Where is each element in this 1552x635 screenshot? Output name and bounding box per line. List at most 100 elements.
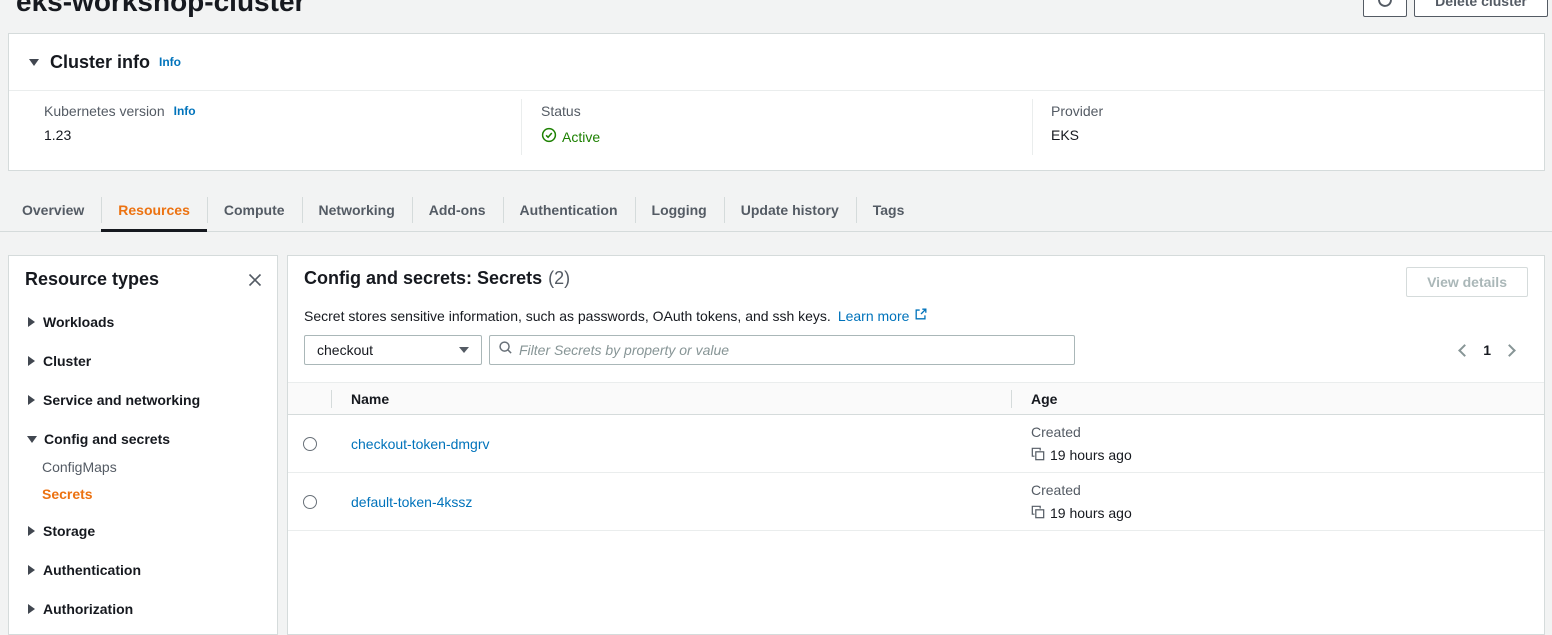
close-icon[interactable] <box>247 272 263 288</box>
sidebar-subitem-label: Secrets <box>42 486 93 502</box>
tab-compute[interactable]: Compute <box>207 188 302 231</box>
table-row: checkout-token-dmgrv Created 19 hours ag… <box>288 415 1544 473</box>
tab-overview[interactable]: Overview <box>5 188 101 231</box>
sidebar-item-label: Workloads <box>43 314 114 330</box>
provider-value: EKS <box>1051 127 1103 143</box>
column-divider <box>1011 390 1012 408</box>
cluster-info-info-link[interactable]: Info <box>159 55 181 69</box>
chevron-down-icon <box>459 347 469 353</box>
age-cell: Created 19 hours ago <box>1011 482 1544 522</box>
column-divider <box>521 99 522 155</box>
provider-label: Provider <box>1051 103 1103 119</box>
sidebar-item-authorization[interactable]: Authorization <box>28 602 277 616</box>
expand-caret-icon <box>28 317 35 327</box>
resource-types-list: Workloads Cluster Service and networking… <box>9 290 277 616</box>
column-divider <box>1032 99 1033 155</box>
sidebar-item-label: Storage <box>43 523 95 539</box>
expand-caret-icon <box>28 356 35 366</box>
cluster-info-body: Kubernetes version Info 1.23 Status Acti… <box>9 91 1544 171</box>
collapse-caret-icon <box>29 59 39 66</box>
delete-cluster-button[interactable]: Delete cluster <box>1414 0 1548 17</box>
secrets-table: Name Age checkout-token-dmgrv Created <box>288 382 1544 531</box>
search-box <box>489 335 1075 365</box>
copy-icon[interactable] <box>1031 447 1050 464</box>
secret-name-link[interactable]: checkout-token-dmgrv <box>351 436 490 452</box>
kubernetes-version-info-link[interactable]: Info <box>174 104 196 118</box>
sidebar-item-workloads[interactable]: Workloads <box>28 315 277 329</box>
expand-caret-icon <box>28 604 35 614</box>
eks-cluster-page: eks-workshop-cluster Delete cluster Clus… <box>0 0 1552 621</box>
sidebar-item-authentication[interactable]: Authentication <box>28 563 277 577</box>
expand-caret-icon <box>28 526 35 536</box>
sidebar-item-label: Authentication <box>43 562 141 578</box>
tab-add-ons[interactable]: Add-ons <box>412 188 503 231</box>
secrets-panel: Config and secrets: Secrets (2) View deta… <box>287 255 1545 635</box>
page-number[interactable]: 1 <box>1483 342 1491 358</box>
status-label: Status <box>541 103 581 119</box>
name-column-header: Name <box>331 391 1011 407</box>
external-link-icon <box>909 307 928 324</box>
view-details-button[interactable]: View details <box>1406 267 1528 297</box>
sidebar-item-config-and-secrets[interactable]: Config and secrets <box>28 432 277 446</box>
copy-icon[interactable] <box>1031 505 1050 522</box>
learn-more-link[interactable]: Learn more <box>838 307 929 324</box>
tab-update-history[interactable]: Update history <box>724 188 856 231</box>
age-created-label: Created <box>1031 424 1544 440</box>
cluster-info-header[interactable]: Cluster info Info <box>9 34 1544 91</box>
search-input[interactable] <box>519 342 1066 358</box>
table-row: default-token-4kssz Created 19 hours ago <box>288 473 1544 531</box>
age-header-label: Age <box>1031 391 1057 407</box>
panel-count: (2) <box>548 268 570 288</box>
column-divider <box>331 390 332 408</box>
expand-caret-icon <box>28 395 35 405</box>
status-value: Active <box>562 129 600 145</box>
sidebar-item-configmaps[interactable]: ConfigMaps <box>28 460 277 474</box>
tab-authentication[interactable]: Authentication <box>503 188 635 231</box>
sidebar-item-service-and-networking[interactable]: Service and networking <box>28 393 277 407</box>
dropdown-selected-value: checkout <box>317 342 373 358</box>
chevron-right-icon[interactable] <box>1503 344 1516 357</box>
collapse-caret-icon <box>27 436 37 443</box>
cluster-tabs: Overview Resources Compute Networking Ad… <box>0 188 1552 232</box>
age-value-text: 19 hours ago <box>1050 447 1132 463</box>
tab-logging[interactable]: Logging <box>635 188 724 231</box>
secrets-panel-title: Config and secrets: Secrets (2) <box>304 267 570 289</box>
check-circle-icon <box>541 127 562 146</box>
field-status: Status Active <box>541 103 600 146</box>
name-header-label: Name <box>351 391 389 407</box>
expand-caret-icon <box>28 565 35 575</box>
status-badge: Active <box>541 127 600 146</box>
tab-tags[interactable]: Tags <box>856 188 922 231</box>
resource-types-panel: Resource types Workloads Cluster Service… <box>8 255 278 635</box>
kubernetes-version-label: Kubernetes version <box>44 103 165 119</box>
sidebar-item-label: Config and secrets <box>44 431 170 447</box>
sidebar-item-label: Authorization <box>43 601 133 617</box>
tab-networking[interactable]: Networking <box>302 188 412 231</box>
row-select-radio[interactable] <box>303 437 317 451</box>
tab-resources[interactable]: Resources <box>101 188 207 231</box>
row-select-radio[interactable] <box>303 495 317 509</box>
filter-type-dropdown[interactable]: checkout <box>304 335 482 365</box>
field-provider: Provider EKS <box>1051 103 1103 143</box>
sidebar-subitem-label: ConfigMaps <box>42 459 117 475</box>
resource-types-title: Resource types <box>25 269 159 290</box>
header-actions: Delete cluster <box>1363 0 1548 17</box>
secret-name-link[interactable]: default-token-4kssz <box>351 494 472 510</box>
cluster-info-title: Cluster info <box>50 52 150 73</box>
sidebar-item-cluster[interactable]: Cluster <box>28 354 277 368</box>
age-created-label: Created <box>1031 482 1544 498</box>
sidebar-item-label: Service and networking <box>43 392 200 408</box>
chevron-left-icon[interactable] <box>1458 344 1471 357</box>
description-text: Secret stores sensitive information, suc… <box>304 308 831 324</box>
page-title: eks-workshop-cluster <box>16 0 305 18</box>
field-kubernetes-version: Kubernetes version Info 1.23 <box>44 103 196 143</box>
refresh-button[interactable] <box>1363 0 1407 17</box>
cluster-info-panel: Cluster info Info Kubernetes version Inf… <box>8 33 1545 171</box>
panel-title-text: Config and secrets: Secrets <box>304 268 542 288</box>
age-value-text: 19 hours ago <box>1050 505 1132 521</box>
sidebar-item-storage[interactable]: Storage <box>28 524 277 538</box>
sidebar-item-secrets[interactable]: Secrets <box>28 487 277 501</box>
age-cell: Created 19 hours ago <box>1011 424 1544 464</box>
age-column-header: Age <box>1011 391 1544 407</box>
learn-more-label: Learn more <box>838 308 910 324</box>
